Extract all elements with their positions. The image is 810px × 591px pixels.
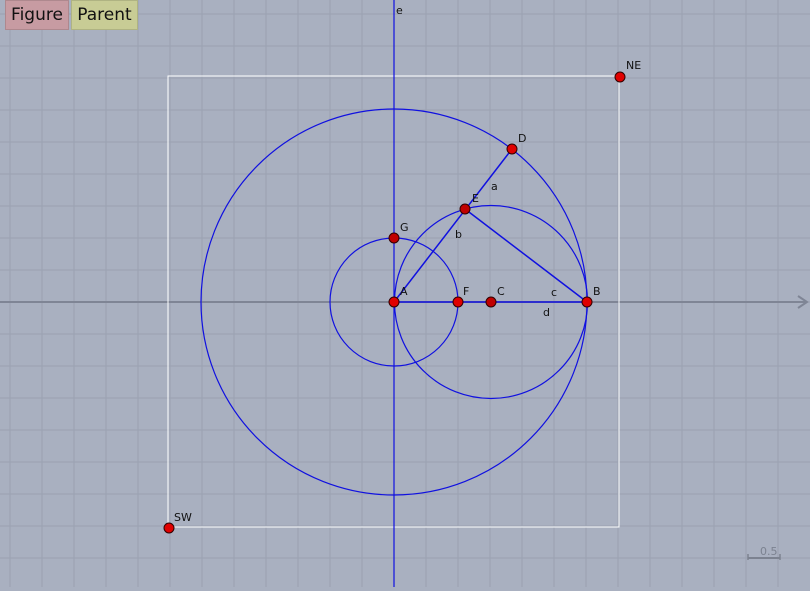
figure-button[interactable]: Figure bbox=[5, 0, 69, 30]
point-c[interactable]: C bbox=[485, 285, 505, 308]
point-label-ne: NE bbox=[626, 59, 641, 72]
point-f[interactable]: F bbox=[452, 285, 469, 308]
point-ne[interactable]: NE bbox=[614, 59, 641, 83]
axis-label-e: e bbox=[396, 4, 403, 17]
point-label-b: B bbox=[593, 285, 601, 298]
segment-ad[interactable] bbox=[393, 148, 513, 303]
point-d[interactable]: D bbox=[506, 132, 526, 155]
segment-label-d: d bbox=[543, 306, 550, 319]
point-label-e: E bbox=[472, 192, 479, 205]
point-label-a: A bbox=[400, 285, 408, 298]
geometry-canvas[interactable]: e a b c d A B C D E F G NE SW 0.5 bbox=[0, 0, 810, 587]
segment-label-b: b bbox=[455, 228, 462, 241]
scale-label: 0.5 bbox=[760, 545, 778, 558]
point-label-d: D bbox=[518, 132, 526, 145]
segment-label-c: c bbox=[551, 286, 557, 299]
scale-indicator: 0.5 bbox=[747, 545, 781, 560]
segment-c[interactable] bbox=[464, 208, 588, 303]
segment-label-a: a bbox=[491, 180, 498, 193]
point-label-f: F bbox=[463, 285, 469, 298]
point-label-sw: SW bbox=[174, 511, 192, 524]
parent-button[interactable]: Parent bbox=[71, 0, 138, 30]
point-g[interactable]: G bbox=[388, 221, 409, 244]
point-label-c: C bbox=[497, 285, 505, 298]
point-b[interactable]: B bbox=[581, 285, 601, 308]
point-label-g: G bbox=[400, 221, 409, 234]
construction-svg[interactable]: e a b c d A B C D E F G NE SW 0.5 bbox=[0, 0, 810, 587]
